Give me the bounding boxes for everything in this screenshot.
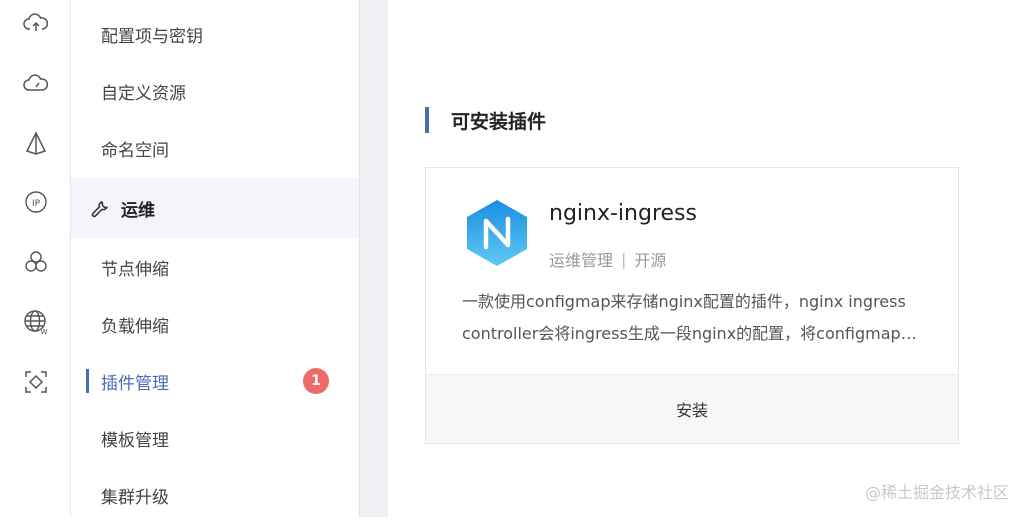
title-accent-bar [425,107,429,133]
sidebar-item-label: 负载伸缩 [101,316,169,337]
pyramid-icon[interactable] [20,128,52,160]
content-gutter [360,0,388,517]
active-indicator [86,369,89,393]
sidebar-item-cluster-upgrade[interactable]: 集群升级 [71,467,359,523]
sidebar-section-label: 运维 [121,200,155,221]
plugin-tag: 开源 [634,251,667,270]
notification-badge: 1 [303,368,329,394]
sidebar-item-label: 插件管理 [101,373,169,394]
cloud-upload-icon[interactable] [20,8,52,40]
sidebar: 配置项与密钥 自定义资源 命名空间 运维 节点伸缩 负载伸缩 插件管理 1 模板… [71,0,360,517]
sidebar-item-label: 节点伸缩 [101,259,169,280]
sidebar-item-node-scaling[interactable]: 节点伸缩 [71,239,359,295]
sidebar-item-template-management[interactable]: 模板管理 [71,410,359,466]
plugin-tag: 运维管理 [549,251,614,270]
icon-rail: IP W [0,0,71,517]
nginx-logo-icon [467,200,527,266]
globe-w-icon[interactable]: W [20,306,52,338]
svg-text:IP: IP [32,199,41,209]
sidebar-item-plugin-management[interactable]: 插件管理 1 [71,353,359,409]
sidebar-item-label: 自定义资源 [101,83,186,104]
plugin-description: 一款使用configmap来存储nginx配置的插件，nginx ingress… [462,292,917,343]
section-title-text: 可安装插件 [451,110,547,133]
cloud-speed-icon[interactable] [20,68,52,100]
install-button[interactable]: 安装 [426,374,958,443]
sidebar-item-namespaces[interactable]: 命名空间 [71,120,359,176]
section-title: 可安装插件 [425,106,546,134]
plugin-tags: 运维管理 | 开源 [549,247,666,271]
watermark: @稀土掘金技术社区 [864,483,1009,502]
sidebar-section-ops[interactable]: 运维 [71,178,359,238]
install-button-label: 安装 [675,401,708,420]
sidebar-item-label: 集群升级 [101,487,169,508]
cluster-icon[interactable] [20,246,52,278]
wrench-icon [91,200,108,218]
sidebar-item-label: 模板管理 [101,430,169,451]
scan-diamond-icon[interactable] [20,366,52,398]
main-content: 可安装插件 nginx-ingress 运维管理 | 开源 一款使用config… [388,0,1025,517]
svg-text:W: W [41,328,48,336]
plugin-card: nginx-ingress 运维管理 | 开源 一款使用configmap来存储… [425,167,959,444]
sidebar-item-label: 配置项与密钥 [101,26,203,47]
plugin-name: nginx-ingress [549,201,697,226]
sidebar-item-configmaps-secrets[interactable]: 配置项与密钥 [71,6,359,62]
sidebar-item-label: 命名空间 [101,140,169,161]
sidebar-item-workload-scaling[interactable]: 负载伸缩 [71,296,359,352]
sidebar-item-custom-resources[interactable]: 自定义资源 [71,63,359,119]
ip-icon[interactable]: IP [20,186,52,218]
tag-separator: | [621,249,627,269]
